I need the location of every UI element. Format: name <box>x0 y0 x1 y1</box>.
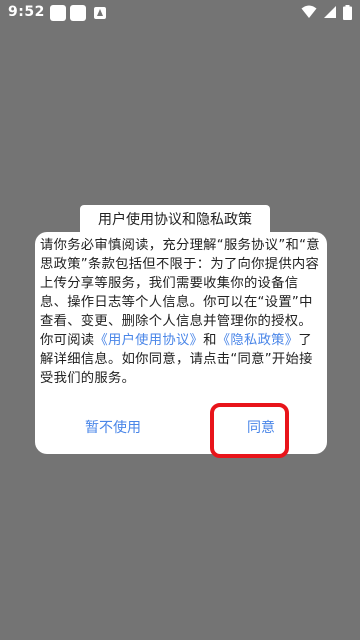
paragraph-text: 你可阅读 <box>40 333 95 348</box>
signal-icon <box>324 6 336 18</box>
dialog-paragraph-consent: 请你务必审慎阅读，充分理解“服务协议”和“意思政策”条款包括但不限于：为了向你提… <box>40 238 320 329</box>
paragraph-text: 和 <box>203 333 217 348</box>
status-time: 9:52 <box>8 4 45 20</box>
agree-highlight-box <box>210 403 289 458</box>
notification-app-icon <box>94 7 106 19</box>
notification-square-icon <box>50 5 66 21</box>
dialog-paragraph-links: 你可阅读《用户使用协议》和《隐私政策》了解详细信息。如你同意，请点击“同意”开始… <box>40 331 321 388</box>
dialog-body: 请你务必审慎阅读，充分理解“服务协议”和“意思政策”条款包括但不限于：为了向你提… <box>40 236 321 388</box>
decline-button[interactable]: 暂不使用 <box>73 415 153 441</box>
wifi-icon <box>301 5 317 18</box>
privacy-policy-link[interactable]: 《隐私政策》 <box>217 333 299 348</box>
battery-icon <box>343 5 352 20</box>
user-agreement-link[interactable]: 《用户使用协议》 <box>94 333 203 348</box>
notification-square-icon <box>70 5 86 21</box>
notification-icons <box>50 5 106 21</box>
system-icons <box>301 5 352 20</box>
status-bar: 9:52 <box>0 0 360 26</box>
